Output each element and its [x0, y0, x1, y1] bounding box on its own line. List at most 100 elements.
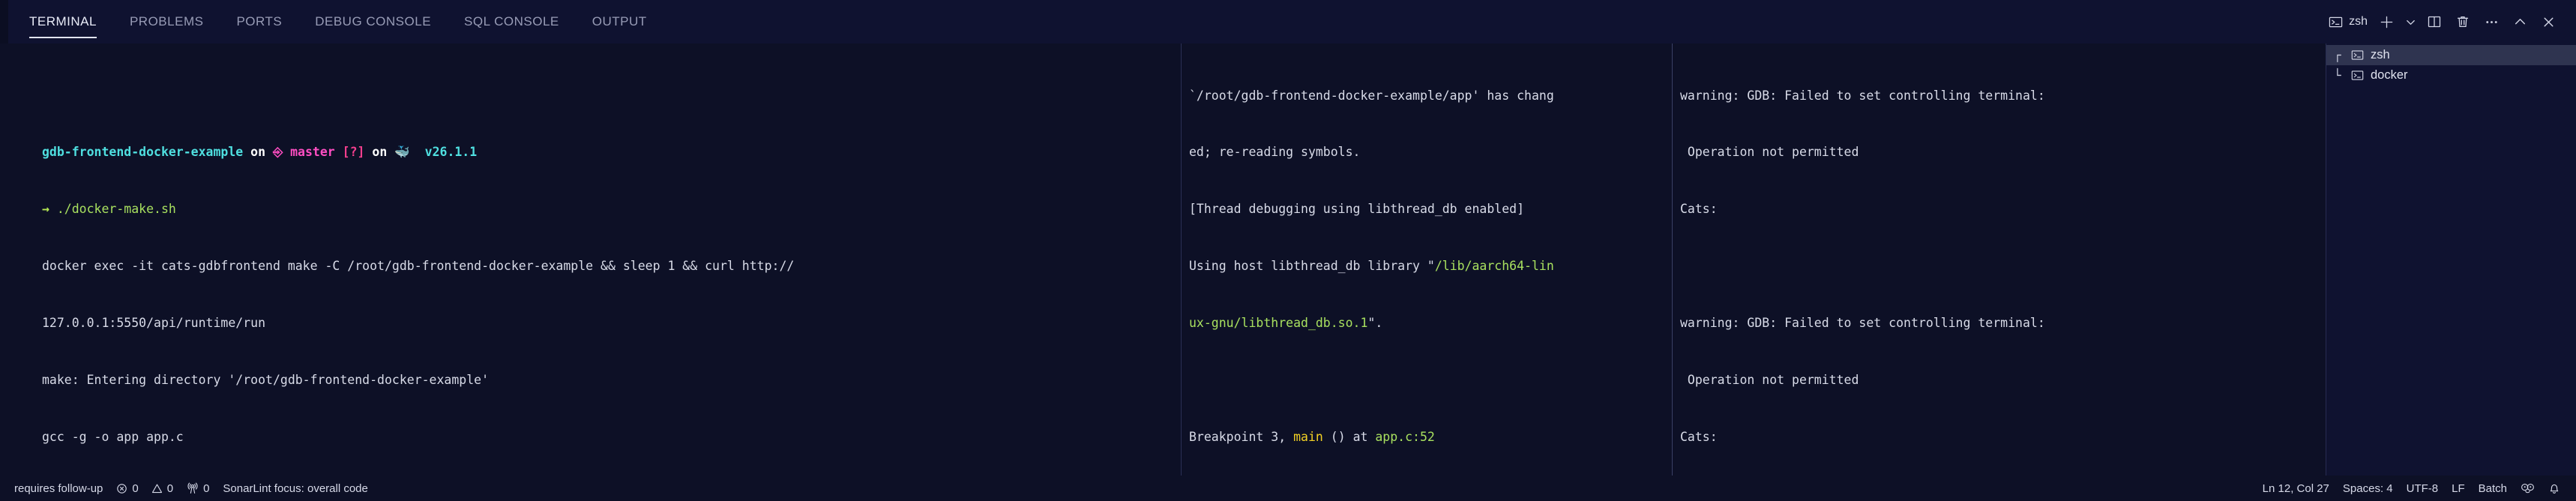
bell-icon: [2548, 482, 2560, 495]
tab-ports[interactable]: PORTS: [225, 0, 293, 44]
tab-sql-console[interactable]: SQL CONSOLE: [453, 0, 571, 44]
gdb-breakpoint-mid: () at: [1322, 429, 1376, 444]
status-encoding[interactable]: UTF-8: [2400, 478, 2446, 498]
terminal-tab-docker[interactable]: └ docker: [2326, 65, 2576, 86]
status-cursor-position-label: Ln 12, Col 27: [2262, 482, 2329, 495]
status-radio-tower[interactable]: 0: [180, 478, 216, 498]
error-circle-icon: [116, 483, 127, 494]
active-shell-label: zsh: [2349, 15, 2368, 28]
terminal-more-actions-button[interactable]: [2477, 8, 2506, 36]
status-radio-count: 0: [203, 482, 210, 495]
terminal-icon: [2329, 15, 2343, 29]
activity-bar-gutter: [0, 0, 8, 44]
status-problems[interactable]: 0 0: [109, 478, 180, 498]
terminal-output-line: make: Entering directory '/root/gdb-fron…: [42, 373, 490, 388]
prompt-on-2: on: [372, 145, 388, 160]
warning-line: warning: GDB: Failed to set controlling …: [1680, 316, 2045, 331]
tab-ports-label: PORTS: [236, 14, 283, 28]
prompt-repo: gdb-frontend-docker-example: [42, 145, 244, 160]
terminal-toolbar: zsh: [2324, 8, 2563, 36]
warning-line: Operation not permitted: [1680, 145, 1859, 160]
pets-icon: [2521, 482, 2535, 495]
terminal-command-line: → ./docker-make.sh: [42, 200, 1181, 218]
terminal-tab-docker-label: docker: [2371, 68, 2408, 82]
prompt-on-1: on: [250, 145, 266, 160]
gdb-line: [Thread debugging using libthread_db ena…: [1189, 202, 1525, 217]
terminal-command: ./docker-make.sh: [56, 202, 176, 217]
terminal-output-line: gcc -g -o app app.c: [42, 429, 184, 444]
gdb-breakpoint-line: Breakpoint 3, main () at app.c:52: [1189, 428, 1672, 446]
tab-problems[interactable]: PROBLEMS: [118, 0, 214, 44]
status-indentation-label: Spaces: 4: [2342, 482, 2393, 495]
prompt-runtime-glyph: 🐳: [394, 145, 410, 160]
warning-line: Operation not permitted: [1680, 373, 1859, 388]
new-terminal-button[interactable]: [2372, 8, 2401, 36]
status-language-mode[interactable]: Batch: [2472, 478, 2514, 498]
gdb-line: ed; re-reading symbols.: [1189, 145, 1361, 160]
terminal-pane-zsh[interactable]: gdb-frontend-docker-example on ⎆ master …: [0, 44, 1181, 476]
prompt-arrow: →: [42, 202, 49, 217]
status-follow-up-label: requires follow-up: [14, 482, 103, 495]
terminal-prompt-line: gdb-frontend-docker-example on ⎆ master …: [42, 142, 1181, 161]
prompt-runtime: v26.1.1: [424, 145, 478, 160]
terminal-pane-warnings[interactable]: warning: GDB: Failed to set controlling …: [1672, 44, 2326, 476]
kill-terminal-button[interactable]: [2449, 8, 2477, 36]
status-bar-right: Ln 12, Col 27 Spaces: 4 UTF-8 LF Batch: [2256, 478, 2567, 498]
tab-problems-label: PROBLEMS: [129, 14, 204, 28]
gdb-blank-line: [1189, 370, 1672, 389]
maximize-panel-button[interactable]: [2506, 8, 2534, 36]
terminal-output-line: 127.0.0.1:5550/api/runtime/run: [42, 316, 266, 331]
status-encoding-label: UTF-8: [2406, 482, 2439, 495]
status-sonarlint-label: SonarLint focus: overall code: [223, 482, 368, 495]
tab-terminal-label: TERMINAL: [29, 14, 97, 28]
terminal-output-line: docker exec -it cats-gdbfrontend make -C…: [42, 259, 795, 274]
status-sonarlint[interactable]: SonarLint focus: overall code: [216, 478, 374, 498]
terminal-pane-gdb[interactable]: `/root/gdb-frontend-docker-example/app' …: [1181, 44, 1672, 476]
tab-debug-console[interactable]: DEBUG CONSOLE: [304, 0, 442, 44]
terminal-body: gdb-frontend-docker-example on ⎆ master …: [0, 44, 2576, 476]
warning-line: warning: GDB: Failed to set controlling …: [1680, 88, 2045, 103]
panel-header: TERMINAL PROBLEMS PORTS DEBUG CONSOLE SQ…: [0, 0, 2576, 44]
terminal-tab-list: ┌ zsh └ docker: [2326, 44, 2576, 476]
close-panel-button[interactable]: [2534, 8, 2563, 36]
status-language-mode-label: Batch: [2478, 482, 2507, 495]
split-terminal-button[interactable]: [2420, 8, 2449, 36]
gdb-line: ux-gnu/libthread_db.so.1".: [1189, 314, 1672, 332]
gdb-libthread-suffix: ".: [1367, 316, 1383, 331]
radio-tower-icon: [187, 482, 199, 494]
tab-sql-console-label: SQL CONSOLE: [464, 14, 559, 28]
tab-output[interactable]: OUTPUT: [581, 0, 658, 44]
gdb-libthread-path: ux-gnu/libthread_db.so.1: [1189, 316, 1368, 331]
gdb-libthread-prefix: Using host libthread_db library ": [1189, 259, 1435, 274]
tree-branch-glyph: ┌: [2334, 48, 2341, 62]
new-terminal-dropdown[interactable]: [2401, 8, 2420, 36]
status-follow-up[interactable]: requires follow-up: [7, 478, 109, 498]
prompt-dirty: [?]: [342, 145, 365, 160]
terminal-pane-group: gdb-frontend-docker-example on ⎆ master …: [0, 44, 2326, 476]
status-cursor-position[interactable]: Ln 12, Col 27: [2256, 478, 2336, 498]
gdb-breakpoint-prefix: Breakpoint 3,: [1189, 429, 1294, 444]
tab-output-label: OUTPUT: [592, 14, 647, 28]
status-bar: requires follow-up 0 0 0 SonarLint focus…: [0, 476, 2576, 501]
gdb-breakpoint-location: app.c:52: [1375, 429, 1435, 444]
warning-blank-line: [1680, 256, 2326, 275]
status-error-count: 0: [132, 482, 139, 495]
tab-terminal[interactable]: TERMINAL: [18, 0, 108, 44]
warning-triangle-icon: [151, 483, 163, 494]
terminal-panel-root: TERMINAL PROBLEMS PORTS DEBUG CONSOLE SQ…: [0, 0, 2576, 501]
terminal-icon: [2351, 49, 2364, 62]
warning-line: Cats:: [1680, 202, 1718, 217]
warning-line: Cats:: [1680, 429, 1718, 444]
terminal-icon: [2351, 69, 2364, 82]
terminal-tab-zsh[interactable]: ┌ zsh: [2326, 45, 2576, 65]
status-notifications[interactable]: [2542, 478, 2567, 498]
gdb-libthread-path: /lib/aarch64-lin: [1434, 259, 1554, 274]
status-pets[interactable]: [2514, 478, 2542, 498]
gdb-breakpoint-function: main: [1293, 429, 1323, 444]
status-eol[interactable]: LF: [2445, 478, 2472, 498]
terminal-tab-zsh-label: zsh: [2371, 48, 2390, 62]
panel-tab-list: TERMINAL PROBLEMS PORTS DEBUG CONSOLE SQ…: [18, 0, 658, 44]
status-indentation[interactable]: Spaces: 4: [2336, 478, 2400, 498]
active-shell-selector[interactable]: zsh: [2324, 8, 2372, 36]
